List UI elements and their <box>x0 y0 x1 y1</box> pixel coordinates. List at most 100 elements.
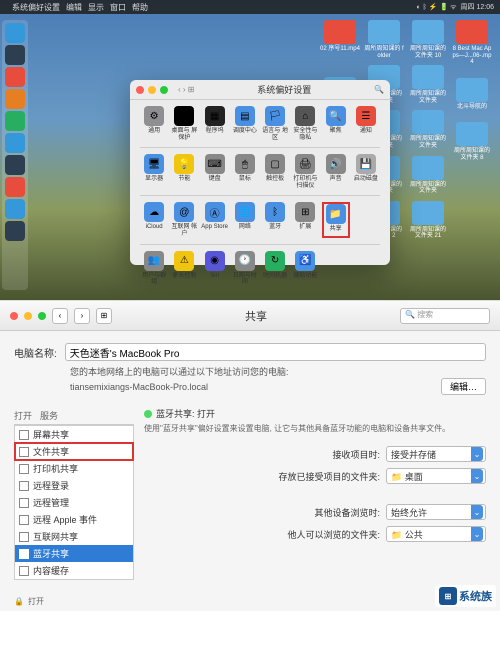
desktop-file[interactable]: 周所周知课的 文件夹 <box>408 156 448 195</box>
dock-app[interactable] <box>5 111 25 131</box>
back-button[interactable]: ‹ <box>52 308 68 324</box>
desktop-file[interactable]: 周所周知课的 文件夹 <box>408 110 448 149</box>
menu-view[interactable]: 显示 <box>88 2 104 13</box>
dock-app[interactable] <box>5 67 25 87</box>
pref-键盘[interactable]: ⌨键盘 <box>201 154 229 189</box>
menu-window[interactable]: 窗口 <box>110 2 126 13</box>
option-select[interactable]: 始终允许 <box>386 504 486 520</box>
service-远程管理[interactable]: 远程管理 <box>15 494 133 511</box>
checkbox[interactable] <box>19 498 29 508</box>
service-屏幕共享[interactable]: 屏幕共享 <box>15 426 133 443</box>
pref-empty <box>322 251 350 286</box>
option-select[interactable]: 接受并存储 <box>386 446 486 462</box>
desktop-file[interactable]: 02 序号11.mp4 <box>320 20 360 53</box>
service-文件共享[interactable]: 文件共享 <box>15 443 133 460</box>
app-name[interactable]: 系统偏好设置 <box>12 2 60 13</box>
pref-通用[interactable]: ⚙通用 <box>140 106 168 141</box>
pref-互联网 帐户[interactable]: @互联网 帐户 <box>170 202 198 237</box>
dock-app[interactable] <box>5 155 25 175</box>
zoom-icon[interactable] <box>38 312 46 320</box>
search-icon[interactable]: 🔍 <box>374 85 384 94</box>
pref-辅助功能[interactable]: ♿辅助功能 <box>291 251 319 286</box>
pref-iCloud[interactable]: ☁iCloud <box>140 202 168 237</box>
pref-共享[interactable]: 📁共享 <box>322 202 350 237</box>
option-label: 存放已接受项目的文件夹: <box>278 470 380 483</box>
checkbox[interactable] <box>19 481 29 491</box>
desktop-file[interactable]: 周所周知课的 文件夹 10 <box>408 20 448 59</box>
pref-触控板[interactable]: ▢触控板 <box>261 154 289 189</box>
nav-back-icon[interactable]: ‹ › ⊞ <box>178 85 194 94</box>
service-远程 Apple 事件[interactable]: 远程 Apple 事件 <box>15 511 133 528</box>
pref-语言与 地区[interactable]: 🏳语言与 地区 <box>261 106 289 141</box>
desktop-file[interactable]: 周所周知课的 文件夹 8 <box>452 122 492 161</box>
desktop-file[interactable]: 周所周知课的 folder <box>364 20 404 59</box>
col-on: 打开 <box>14 409 32 422</box>
edit-button[interactable]: 编辑… <box>441 378 486 395</box>
zoom-icon[interactable] <box>160 86 168 94</box>
option-select[interactable]: 📁 桌面 <box>386 468 486 484</box>
pref-调度中心[interactable]: ▤调度中心 <box>231 106 259 141</box>
checkbox[interactable] <box>19 515 29 525</box>
checkbox[interactable] <box>19 532 29 542</box>
dock-app[interactable] <box>5 133 25 153</box>
checkbox[interactable] <box>19 566 29 576</box>
desktop-file[interactable]: 周所周知课的 文件夹 21 <box>408 201 448 240</box>
minimize-icon[interactable] <box>24 312 32 320</box>
lock-icon[interactable]: 🔒 <box>14 597 24 606</box>
dock-finder[interactable] <box>5 23 25 43</box>
service-互联网共享[interactable]: 互联网共享 <box>15 528 133 545</box>
menu-help[interactable]: 帮助 <box>132 2 148 13</box>
minimize-icon[interactable] <box>148 86 156 94</box>
pref-程序坞[interactable]: ▦程序坞 <box>201 106 229 141</box>
dock-app[interactable] <box>5 199 25 219</box>
service-远程登录[interactable]: 远程登录 <box>15 477 133 494</box>
status-icons[interactable]: ◐ ᛒ ⚡ 🔋 ᯤ <box>417 3 457 12</box>
pref-Siri[interactable]: ◉Siri <box>201 251 229 286</box>
desktop-file[interactable]: 北斗导航的 <box>452 78 492 111</box>
service-label: 文件共享 <box>33 445 69 458</box>
desktop-file[interactable]: 周所周知课的 文件夹 <box>408 65 448 104</box>
pref-日期与时间[interactable]: 🕐日期与时间 <box>231 251 259 286</box>
checkbox[interactable] <box>19 549 29 559</box>
pref-家长控制[interactable]: ⚠家长控制 <box>170 251 198 286</box>
forward-button[interactable]: › <box>74 308 90 324</box>
pref-声音[interactable]: 🔊声音 <box>322 154 350 189</box>
pref-显示器[interactable]: 🖥显示器 <box>140 154 168 189</box>
pref-鼠标[interactable]: 🖱鼠标 <box>231 154 259 189</box>
pref-网络[interactable]: 🌐网络 <box>231 202 259 237</box>
dock-app[interactable] <box>5 177 25 197</box>
checkbox[interactable] <box>19 464 29 474</box>
system-preferences-window: ‹ › ⊞ 系统偏好设置 🔍 ⚙通用🖼桌面与 屏保护▦程序坞▤调度中心🏳语言与 … <box>130 80 390 265</box>
close-icon[interactable] <box>10 312 18 320</box>
computer-name-input[interactable] <box>65 343 486 361</box>
pref-时间机器[interactable]: ↻时间机器 <box>261 251 289 286</box>
service-内容缓存[interactable]: 内容缓存 <box>15 562 133 579</box>
option-select[interactable]: 📁 公共 <box>386 526 486 542</box>
pref-蓝牙[interactable]: ᛒ蓝牙 <box>261 202 289 237</box>
dock-trash[interactable] <box>5 221 25 241</box>
service-蓝牙共享[interactable]: 蓝牙共享 <box>15 545 133 562</box>
search-input[interactable]: 🔍 搜索 <box>400 308 490 324</box>
clock[interactable]: 周四 12:06 <box>461 2 494 12</box>
service-打印机共享[interactable]: 打印机共享 <box>15 460 133 477</box>
option-label: 其他设备浏览时: <box>314 506 380 519</box>
pref-安全性与隐私[interactable]: ⌂安全性与隐私 <box>291 106 319 141</box>
desktop-file[interactable]: 8 Best Mac Apps—J...06-.mp4 <box>452 20 492 66</box>
pref-扩展[interactable]: ⊞扩展 <box>291 202 319 237</box>
pref-节能[interactable]: 💡节能 <box>170 154 198 189</box>
dock-app[interactable] <box>5 45 25 65</box>
pref-用户与群组[interactable]: 👥用户与群组 <box>140 251 168 286</box>
pref-App Store[interactable]: ⒶApp Store <box>201 202 229 237</box>
checkbox[interactable] <box>19 430 29 440</box>
checkbox[interactable] <box>19 447 29 457</box>
close-icon[interactable] <box>136 86 144 94</box>
dock-app[interactable] <box>5 89 25 109</box>
pref-桌面与 屏保护[interactable]: 🖼桌面与 屏保护 <box>170 106 198 141</box>
pref-打印机与 扫描仪[interactable]: 🖨打印机与 扫描仪 <box>291 154 319 189</box>
pref-聚焦[interactable]: 🔍聚焦 <box>322 106 350 141</box>
pref-通知[interactable]: ☰通知 <box>352 106 380 141</box>
service-label: 蓝牙共享 <box>33 547 69 560</box>
pref-启动磁盘[interactable]: 💾启动磁盘 <box>352 154 380 189</box>
grid-button[interactable]: ⊞ <box>96 308 112 324</box>
menu-edit[interactable]: 编辑 <box>66 2 82 13</box>
